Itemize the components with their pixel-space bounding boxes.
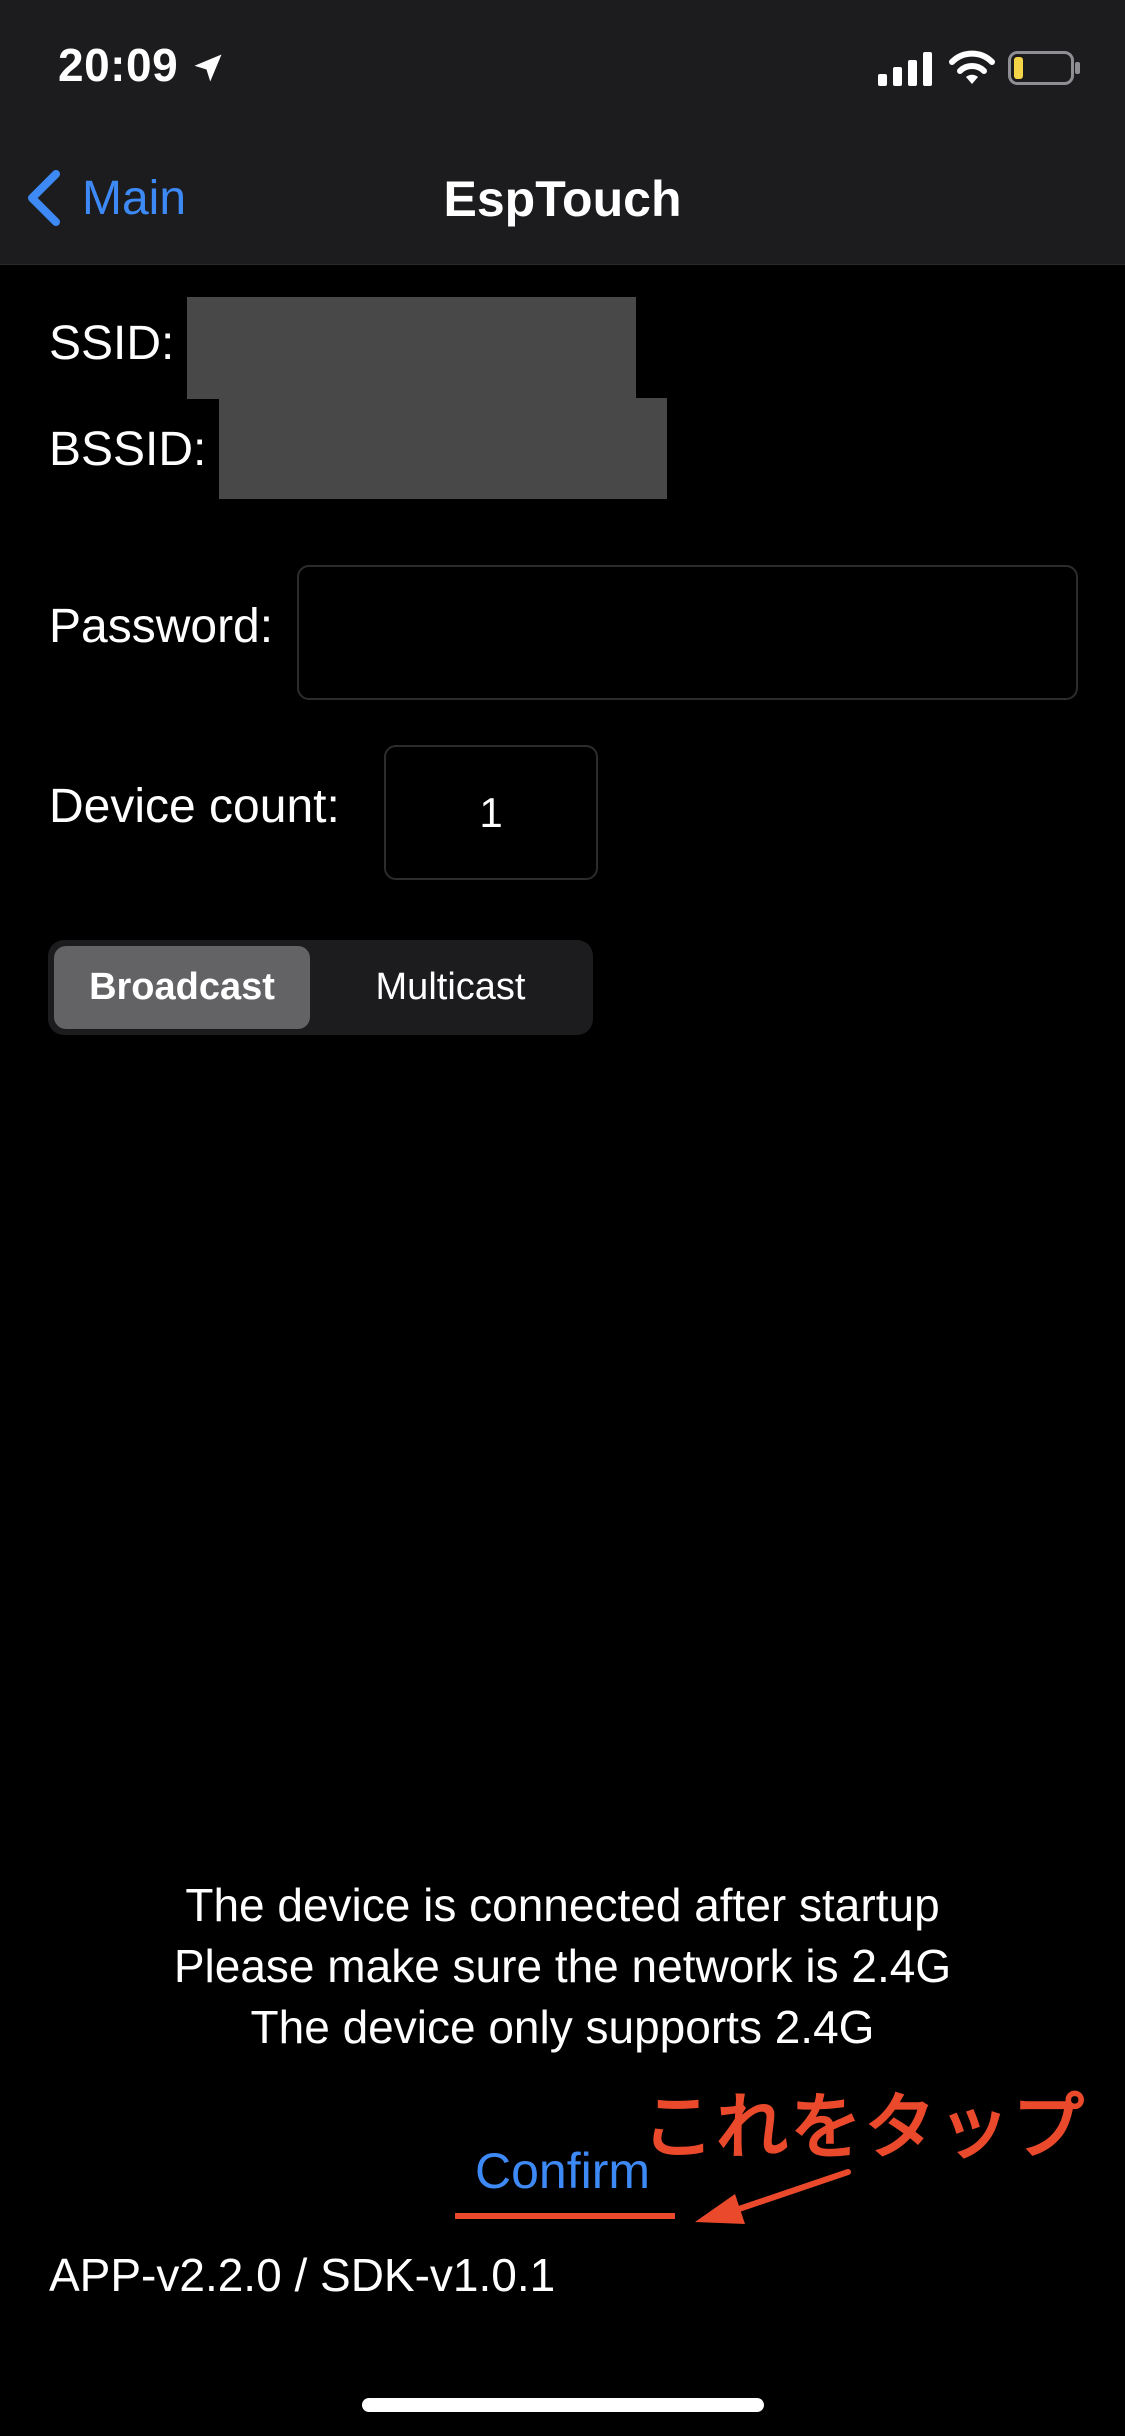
segment-broadcast[interactable]: Broadcast	[54, 946, 310, 1029]
ssid-label: SSID:	[49, 317, 175, 370]
device-count-field[interactable]: 1	[384, 745, 598, 880]
annotation-arrow-icon	[695, 2169, 851, 2224]
confirm-button[interactable]: Confirm	[455, 2142, 670, 2200]
bssid-label: BSSID:	[49, 423, 207, 476]
info-line: Please make sure the network is 2.4G	[173, 1940, 952, 1992]
info-line: The device only supports 2.4G	[250, 2001, 875, 2053]
password-label: Password:	[49, 600, 274, 653]
device-count-value: 1	[479, 789, 503, 836]
bssid-value-redacted	[219, 398, 667, 499]
annotation-underline	[455, 2213, 675, 2219]
battery-low-icon	[1008, 51, 1080, 85]
ssid-value-redacted	[187, 297, 636, 399]
page-title: EspTouch	[443, 171, 682, 227]
status-time: 20:09	[58, 39, 179, 91]
password-field[interactable]	[297, 565, 1078, 700]
segment-multicast[interactable]: Multicast	[314, 946, 587, 1029]
device-count-label: Device count:	[49, 780, 340, 833]
version-label: APP-v2.2.0 / SDK-v1.0.1	[49, 2249, 556, 2301]
info-line: The device is connected after startup	[185, 1879, 940, 1931]
cellular-signal-icon	[878, 52, 932, 86]
wifi-icon	[949, 50, 995, 84]
location-arrow-icon	[194, 54, 222, 82]
annotation-text: これをタップ	[642, 2085, 1087, 2169]
home-indicator[interactable]	[362, 2398, 764, 2412]
mode-segmented-control: Broadcast Multicast	[48, 940, 593, 1035]
